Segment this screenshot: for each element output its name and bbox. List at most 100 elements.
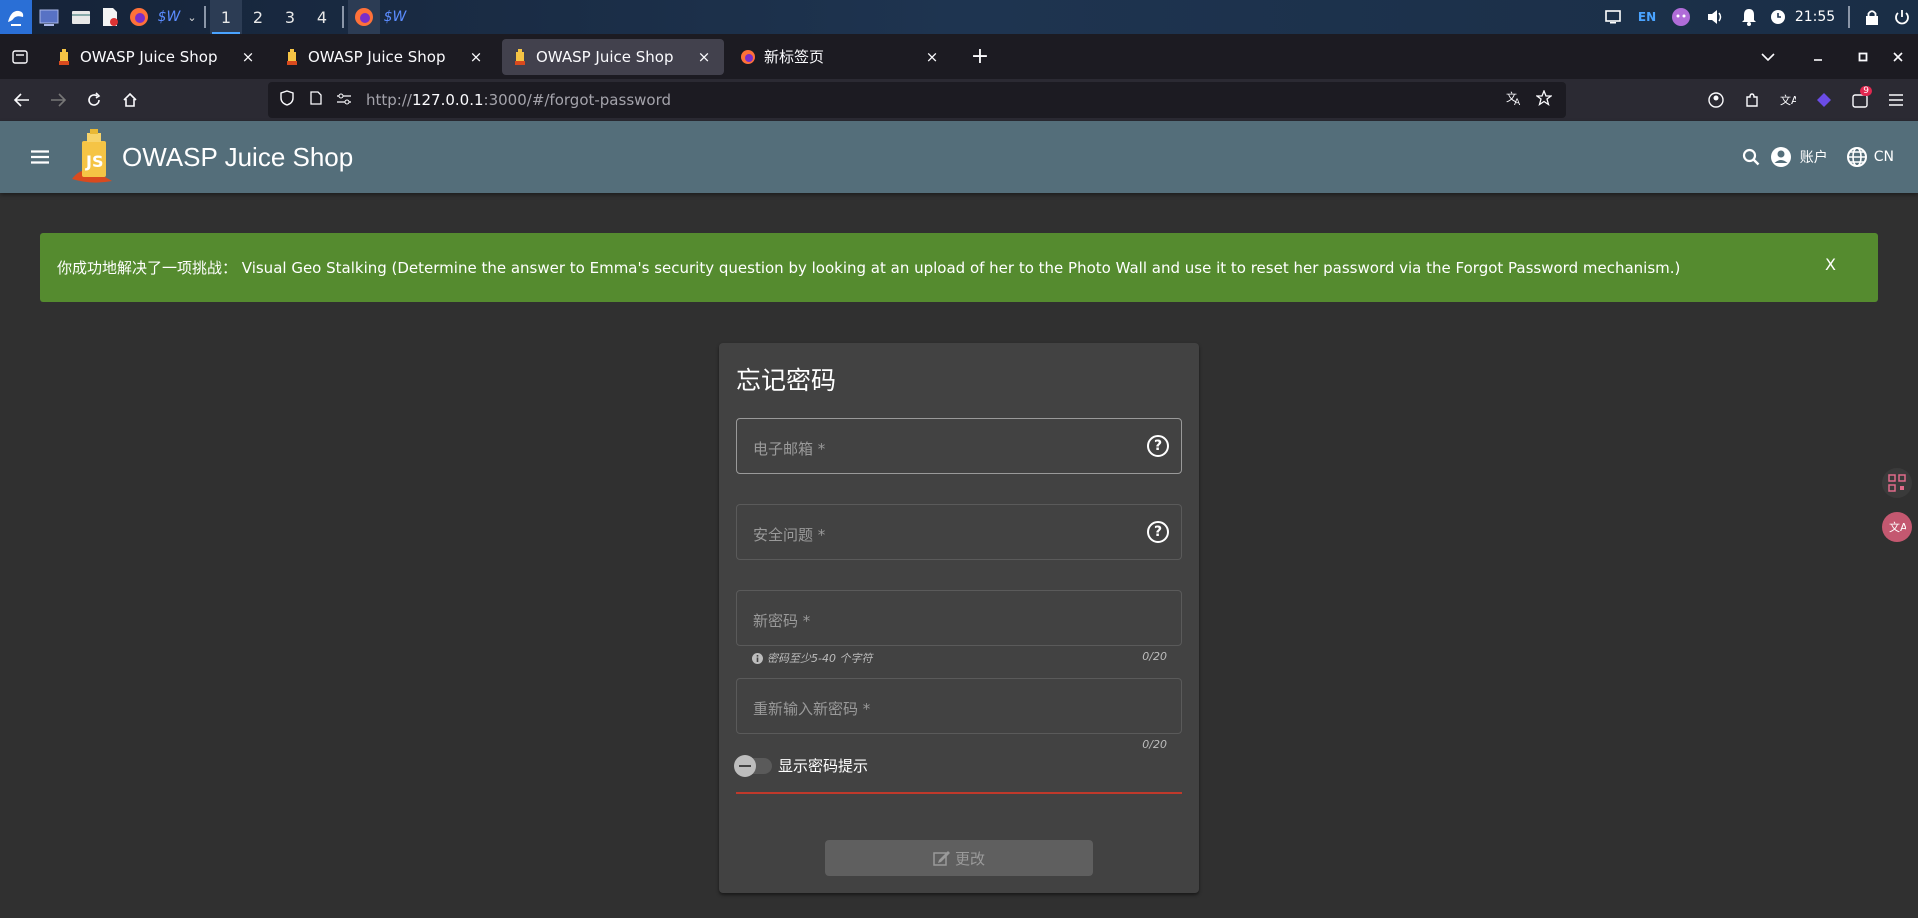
firefox-launcher-icon[interactable]	[124, 0, 154, 34]
window-maximize-icon[interactable]	[1848, 39, 1878, 75]
svg-text:文A: 文A	[1780, 93, 1796, 107]
home-icon[interactable]	[112, 82, 148, 118]
forward-arrow-icon[interactable]	[40, 82, 76, 118]
url-text[interactable]: http://127.0.0.1:3000/#/forgot-password	[366, 91, 671, 109]
show-password-hint-toggle[interactable]	[734, 754, 772, 777]
password-hint: 密码至少5-40 个字符	[752, 650, 872, 666]
url-scheme: http://	[366, 91, 412, 109]
svg-text:JS: JS	[85, 152, 103, 171]
tab-label: OWASP Juice Shop	[80, 47, 218, 66]
banner-close-button[interactable]: X	[1825, 255, 1836, 274]
account-button[interactable]: 账户	[1770, 146, 1828, 168]
toggle-knob[interactable]	[734, 754, 756, 777]
security-question-input[interactable]	[737, 505, 1181, 559]
translate-float-icon[interactable]: 文A	[1882, 512, 1912, 542]
permissions-icon[interactable]	[336, 91, 360, 109]
firefox-favicon-icon	[740, 49, 756, 65]
account-circle-icon[interactable]	[1698, 82, 1734, 118]
firefox-window-icon[interactable]	[348, 0, 380, 34]
qr-scan-icon[interactable]	[1882, 468, 1912, 498]
translate-icon[interactable]: 文A	[1506, 90, 1536, 110]
tab-1[interactable]: OWASP Juice Shop ×	[46, 39, 268, 75]
repeat-password-field[interactable]: 重新输入新密码 *	[736, 678, 1182, 734]
change-password-label: 更改	[954, 850, 985, 868]
power-icon[interactable]	[1886, 0, 1918, 34]
password-hint-text: 密码至少5-40 个字符	[767, 652, 873, 665]
terminal-window-icon[interactable]: $W	[380, 0, 410, 34]
tab-label: OWASP Juice Shop	[536, 47, 674, 66]
workspace-2[interactable]: 2	[242, 0, 274, 34]
extension-badge-icon[interactable]: 9	[1842, 82, 1878, 118]
volume-icon[interactable]	[1698, 0, 1732, 34]
juice-shop-favicon-icon	[284, 48, 300, 65]
notification-bell-icon[interactable]	[1732, 0, 1766, 34]
reload-icon[interactable]	[76, 82, 112, 118]
new-tab-button[interactable]: +	[962, 39, 998, 75]
new-password-input[interactable]	[737, 591, 1181, 645]
workspace-1[interactable]: 1	[210, 0, 242, 34]
security-question-field[interactable]: 安全问题 * ?	[736, 504, 1182, 560]
window-minimize-icon[interactable]	[1788, 39, 1848, 75]
tab-3-active[interactable]: OWASP Juice Shop ×	[502, 38, 724, 75]
desktop-icon[interactable]	[32, 0, 66, 34]
svg-text:A: A	[1514, 98, 1521, 106]
email-input[interactable]	[737, 419, 1181, 473]
tray-separator	[1848, 6, 1850, 28]
email-field[interactable]: 电子邮箱 * ?	[736, 418, 1182, 474]
language-button[interactable]: CN	[1846, 146, 1894, 168]
new-password-counter: 0/20	[1142, 650, 1167, 663]
error-underline	[736, 792, 1182, 794]
juice-shop-favicon-icon	[56, 48, 72, 65]
tab-4[interactable]: 新标签页 ×	[730, 39, 952, 75]
workspace-4[interactable]: 4	[306, 0, 338, 34]
lock-icon[interactable]	[1858, 0, 1886, 34]
new-password-field[interactable]: 新密码 *	[736, 590, 1182, 646]
repeat-password-input[interactable]	[737, 679, 1181, 733]
change-password-button[interactable]: 更改	[825, 840, 1093, 876]
tab-close-icon[interactable]: ×	[466, 48, 486, 66]
tab-close-icon[interactable]: ×	[238, 48, 258, 66]
tab-2[interactable]: OWASP Juice Shop ×	[274, 39, 496, 75]
challenge-solved-banner: 你成功地解决了一项挑战： Visual Geo Stalking (Determ…	[40, 233, 1878, 302]
tab-close-icon[interactable]: ×	[694, 48, 714, 66]
search-icon[interactable]	[1736, 148, 1766, 166]
help-circle-icon[interactable]: ?	[1147, 435, 1169, 457]
show-password-hint-toggle-row[interactable]: 显示密码提示	[734, 754, 868, 777]
translate-extension-icon[interactable]: 文A	[1770, 82, 1806, 118]
app-title[interactable]: OWASP Juice Shop	[122, 142, 353, 173]
tab-label: 新标签页	[764, 48, 825, 66]
sidenav-menu-icon[interactable]	[20, 137, 60, 177]
display-icon[interactable]	[1596, 0, 1630, 34]
window-close-icon[interactable]	[1878, 39, 1918, 75]
keyboard-layout[interactable]: EN	[1630, 0, 1664, 34]
help-circle-icon[interactable]: ?	[1147, 521, 1169, 543]
extensions-puzzle-icon[interactable]	[1734, 82, 1770, 118]
clock-time[interactable]: 21:55	[1790, 0, 1840, 34]
text-editor-icon[interactable]	[96, 0, 124, 34]
url-bar[interactable]: http://127.0.0.1:3000/#/forgot-password …	[268, 82, 1566, 118]
workspace-3[interactable]: 3	[274, 0, 306, 34]
shield-icon[interactable]	[280, 90, 302, 110]
chevron-down-icon[interactable]: ⌄	[184, 0, 200, 34]
page-info-icon[interactable]	[310, 91, 332, 109]
cat-avatar-icon[interactable]	[1664, 0, 1698, 34]
bookmark-star-icon[interactable]	[1535, 89, 1566, 110]
purple-extension-icon[interactable]	[1806, 82, 1842, 118]
hamburger-menu-icon[interactable]	[1878, 82, 1914, 118]
info-icon	[752, 652, 763, 664]
language-label: CN	[1873, 149, 1894, 165]
globe-icon	[1846, 147, 1867, 167]
tab-close-icon[interactable]: ×	[922, 48, 942, 66]
back-arrow-icon[interactable]	[4, 82, 40, 118]
juice-shop-logo[interactable]: JS	[68, 129, 118, 185]
file-manager-icon[interactable]	[66, 0, 96, 34]
tab-overview-icon[interactable]	[0, 39, 40, 75]
account-icon	[1770, 147, 1791, 167]
tab-list-chevron-icon[interactable]	[1748, 39, 1788, 75]
terminal-launcher-icon[interactable]: $W	[154, 0, 184, 34]
svg-text:文A: 文A	[1889, 520, 1906, 534]
tab-label: OWASP Juice Shop	[308, 47, 446, 66]
edit-icon	[933, 851, 950, 866]
app-menu-icon[interactable]	[0, 0, 32, 34]
browser-tab-bar: OWASP Juice Shop × OWASP Juice Shop × OW…	[0, 34, 1918, 79]
